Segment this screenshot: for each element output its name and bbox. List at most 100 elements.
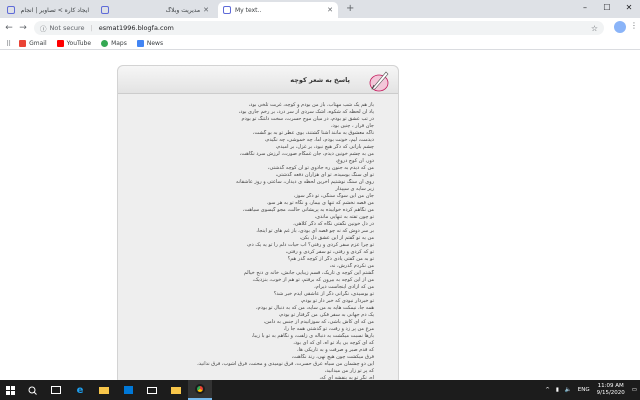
post-title[interactable]: پاسخ به شعر کوچه <box>290 76 350 84</box>
bookmark-label: Maps <box>111 40 127 47</box>
post-line: تو ای سنگ بوسیده، تو ای هزاران دفعه گذشت… <box>275 172 374 178</box>
post-line: مرغ من پر زد و رفت، تو گذشتی همه جا را، <box>283 326 374 332</box>
youtube-icon <box>56 40 64 47</box>
start-button[interactable] <box>0 380 20 400</box>
maximize-icon[interactable]: ☐ <box>596 0 618 18</box>
language-indicator[interactable]: ENG <box>578 387 590 393</box>
taskbar-app-explorer-2[interactable] <box>164 380 188 400</box>
bookmark-youtube[interactable]: YouTube <box>56 40 92 47</box>
chevron-up-icon[interactable]: ^ <box>545 387 550 393</box>
post-line: من قصه نخشم که تنها ی بیمار، و نگاه تو ب… <box>267 200 374 206</box>
post-card: پاسخ به شعر کوچه باز هم یک شب مهتاب، باز… <box>117 65 399 388</box>
url-text: esmat1996.blogfa.com <box>98 24 174 32</box>
back-icon[interactable]: ← <box>2 23 16 33</box>
taskbar-app-mail[interactable] <box>140 380 164 400</box>
bookmark-label: Gmail <box>29 40 47 47</box>
post-line: من که آزادی اینجاست دیرام، <box>314 284 374 290</box>
quill-icon <box>369 71 389 92</box>
post-line: بر سر دوش که نه چو قصه ای بودی، باز غم ه… <box>256 228 374 234</box>
bookmark-news[interactable]: News <box>136 40 164 47</box>
bookmark-label: YouTube <box>66 40 92 47</box>
post-line: من نگاهم کرده خوابیده به پریشانی حالت، م… <box>242 207 374 213</box>
post-line: دور، آن کوچ دروغ، <box>335 158 374 164</box>
bookmark-gmail[interactable]: Gmail <box>19 40 47 47</box>
tab-1[interactable]: ایجاد کاره > تصاویر | انجام میدهم <box>2 2 94 18</box>
post-line: فرق میکشت چون هیچ نهی، رند نگاهت، <box>291 354 374 360</box>
new-tab-button[interactable]: + <box>346 3 354 14</box>
search-button[interactable] <box>20 380 44 400</box>
menu-icon[interactable]: ⋮ <box>630 21 638 30</box>
tab-strip: ایجاد کاره > تصاویر | انجام میدهم مدیریت… <box>0 0 640 18</box>
tab-2[interactable]: مدیریت وبلاگ ✕ <box>96 2 214 18</box>
address-bar[interactable]: ⓘ Not secure | esmat1996.blogfa.com ☆ <box>34 21 604 35</box>
folder-icon <box>171 386 181 394</box>
post-line: جان قرار ، چنین بود، <box>331 123 374 129</box>
news-icon <box>136 40 144 47</box>
close-window-icon[interactable]: ✕ <box>618 0 640 18</box>
forward-icon[interactable]: → <box>16 23 30 33</box>
post-line: من به چشم خونین دیدم، جان غمگام صورت، لر… <box>239 151 374 157</box>
post-line: که قدم صبر و صرفت و به تاریکی ها، <box>296 347 374 353</box>
taskbar-app-ie[interactable]: e <box>68 380 92 400</box>
post-line: که ای کوچه بی یاد تو آه، ای که ای بود، <box>293 340 374 346</box>
post-line: که پر تو زار من میدانید، <box>324 368 374 374</box>
post-line: من نکردم گذرش، نه، <box>329 263 374 269</box>
account-avatar[interactable] <box>614 21 626 33</box>
maps-icon <box>101 40 109 47</box>
internet-explorer-icon: e <box>76 384 84 396</box>
bookmark-label: News <box>146 40 164 47</box>
close-icon[interactable]: ✕ <box>327 6 333 14</box>
notification-icon[interactable]: ▭ <box>632 387 637 393</box>
window-controls: – ☐ ✕ <box>574 0 640 18</box>
post-line: من از این کوچه به بیرون که برفتم، تو هم … <box>252 277 374 283</box>
post-header: پاسخ به شعر کوچه <box>118 66 398 94</box>
post-line: چشم بارانی که دگر هیچ نبود، بر غزل، بر ا… <box>275 144 374 150</box>
volume-icon[interactable]: 🔈 <box>565 387 572 393</box>
task-view-button[interactable] <box>44 380 68 400</box>
tab-3[interactable]: My text.. ✕ <box>218 2 338 18</box>
post-line: تو چون تفته به تنهایی ماندی، <box>314 214 374 220</box>
post-line: گشتم این کوچه ی تاریک، قسم زیبایی جانش، … <box>243 270 374 276</box>
close-icon[interactable]: ✕ <box>203 6 209 14</box>
tab-favicon-icon <box>7 6 15 14</box>
apps-icon[interactable]: ⠿ <box>6 40 11 48</box>
post-line: در تب عشق تو بودم، در میان موج حسرت، سخت… <box>241 116 375 122</box>
post-line: بارها نسبت میگشت به دنباله ی زلفت، و نگا… <box>251 333 374 339</box>
tab-favicon-icon <box>101 6 109 14</box>
star-icon[interactable]: ☆ <box>591 24 598 33</box>
minimize-icon[interactable]: – <box>574 0 596 18</box>
post-line: ناگه معشوق به مانند آشنا گشتند، بوی عطر … <box>252 130 374 136</box>
post-line: تو که کردی و رفتی، تو سفر کردی و رفتی، <box>285 249 374 255</box>
tab-title: ایجاد کاره > تصاویر | انجام میدهم <box>19 6 89 14</box>
post-line: تو خبردار نبودی که خبر دار تو بودم، <box>300 298 374 304</box>
taskbar-app-chrome[interactable] <box>188 380 212 400</box>
clock-date: 9/15/2020 <box>596 390 625 396</box>
taskbar-app-explorer[interactable] <box>92 380 116 400</box>
tab-title: مدیریت وبلاگ <box>165 6 201 14</box>
post-line: یک دم جهانی به سفر فکر، من گرفتار تو بود… <box>278 312 374 318</box>
store-icon <box>123 386 133 394</box>
clock[interactable]: 11:09 AM 9/15/2020 <box>597 383 625 397</box>
info-icon[interactable]: ⓘ <box>40 23 47 33</box>
post-line: من که دیدم به جنون ره جادوی تو آن کوچه گ… <box>267 165 374 171</box>
tab-favicon-icon <box>223 6 231 14</box>
post-line: زیر سایه ی سپیدار <box>335 186 374 192</box>
bookmark-maps[interactable]: Maps <box>101 40 127 47</box>
post-line: تو چرا عزم سفر کردی و رفتی؟ آب حیات دلم … <box>246 242 374 248</box>
post-line: تو به من گفتی یادی دگر از کوچه گذر هم؟ <box>287 256 374 262</box>
post-line: همه جا، نیمکت هایه به من سایه، من که به … <box>256 305 374 311</box>
tab-title: My text.. <box>235 6 262 14</box>
bookmarks-bar: ⠿ Gmail YouTube Maps News <box>0 38 640 50</box>
post-line: من که ای کاش باشی، که سوزانیدم از جنس به… <box>263 319 374 325</box>
taskbar-app-store[interactable] <box>116 380 140 400</box>
network-icon[interactable]: ▮ <box>556 387 559 393</box>
taskbar: e ^ ▮ 🔈 ENG 11:09 AM 9/15/2020 ▭ <box>0 380 640 400</box>
web-page: پاسخ به شعر کوچه باز هم یک شب مهتاب، باز… <box>0 51 640 388</box>
mail-icon <box>147 386 157 394</box>
windows-icon <box>5 385 15 395</box>
post-body: باز هم یک شب مهتاب، باز من بودم و کوچه، … <box>194 102 374 389</box>
chrome-icon <box>195 384 205 394</box>
post-line: این دو چشمان من سیاه عرق حسرت، فرق نومید… <box>197 361 374 367</box>
system-tray: ^ ▮ 🔈 ENG 11:09 AM 9/15/2020 ▭ <box>542 380 640 400</box>
post-line: روی آن سنگ نوشتیم آخرین لحظه ی دیدار،، س… <box>236 179 374 185</box>
